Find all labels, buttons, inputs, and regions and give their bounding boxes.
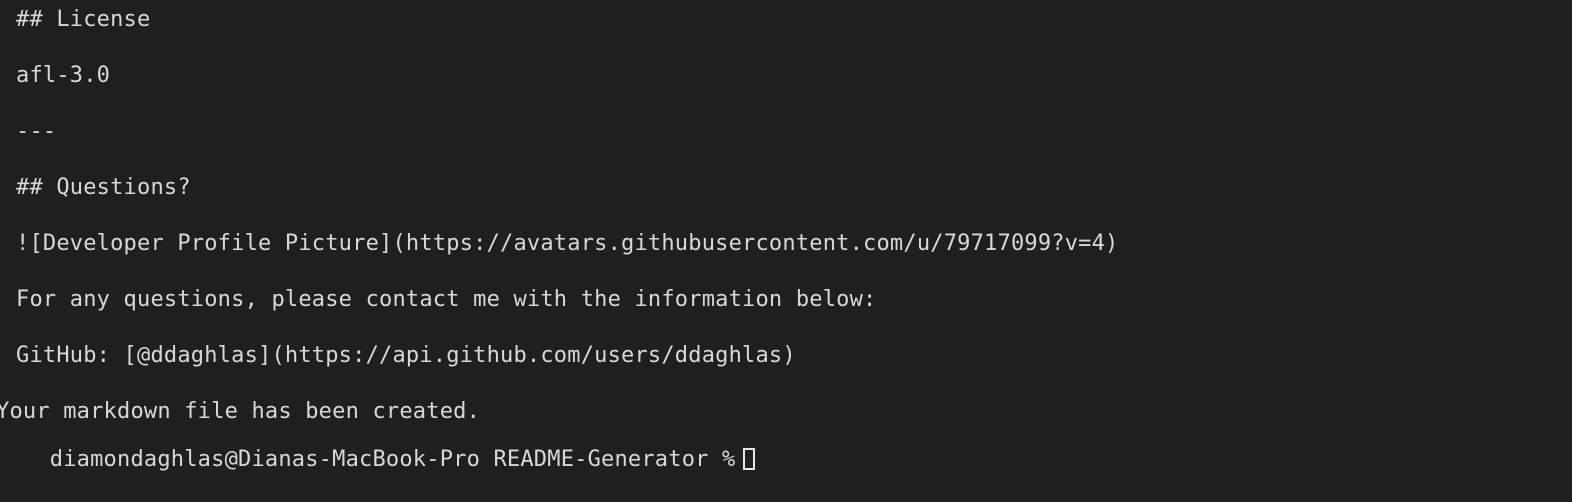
profile-image-markdown: ![Developer Profile Picture](https://ava… [16,231,1119,256]
questions-heading: ## Questions? [16,175,191,200]
shell-prompt-line[interactable]: diamondaghlas@Dianas-MacBook-Pro README-… [0,418,756,502]
terminal-output[interactable]: ## License afl-3.0 --- ## Questions? ![D… [0,0,1572,472]
license-heading: ## License [16,7,151,32]
license-value: afl-3.0 [16,63,111,88]
cursor-icon[interactable] [743,448,756,470]
shell-prompt: diamondaghlas@Dianas-MacBook-Pro README-… [49,447,736,472]
horizontal-rule: --- [16,119,57,144]
contact-text: For any questions, please contact me wit… [16,287,877,312]
github-link-line: GitHub: [@ddaghlas](https://api.github.c… [16,343,796,368]
